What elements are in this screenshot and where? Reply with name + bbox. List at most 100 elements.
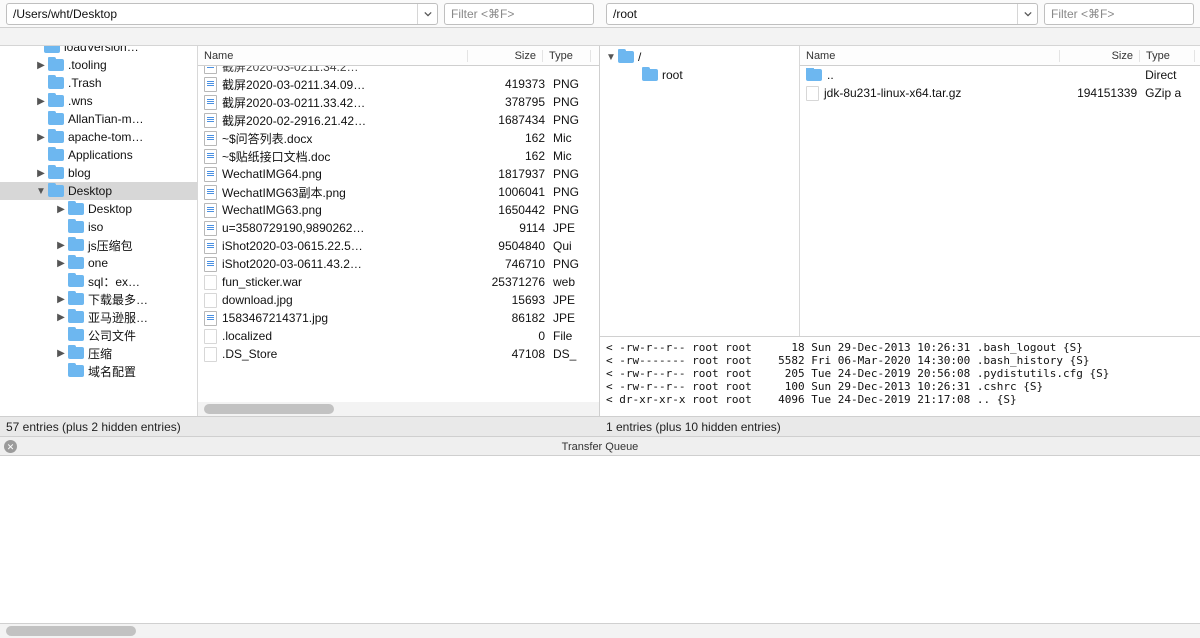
folder-icon xyxy=(48,113,64,125)
local-tree[interactable]: loadVersion… ▶ .tooling .Trash▶.wnsAllanTi… xyxy=(0,46,198,416)
file-icon xyxy=(204,311,217,326)
list-row[interactable]: 截屏2020-03-0211.34.2… xyxy=(198,66,599,75)
tree-row[interactable]: 公司文件 xyxy=(0,326,197,344)
file-type: PNG xyxy=(553,113,599,127)
remote-filter-input[interactable] xyxy=(1045,7,1194,21)
list-row[interactable]: 1583467214371.jpg86182JPE xyxy=(198,309,599,327)
tree-row[interactable]: ▶下载最多… xyxy=(0,290,197,308)
chevron-down-icon[interactable] xyxy=(1017,4,1037,24)
list-row[interactable]: 截屏2020-03-0211.34.09…419373PNG xyxy=(198,75,599,93)
tree-row[interactable]: ▶one xyxy=(0,254,197,272)
list-row[interactable]: WechatIMG63.png1650442PNG xyxy=(198,201,599,219)
tree-row[interactable]: ▼/ xyxy=(600,48,799,66)
remote-filter-combo[interactable] xyxy=(1044,3,1194,25)
file-icon xyxy=(204,149,217,164)
disclosure-icon[interactable]: ▶ xyxy=(56,312,66,323)
list-row[interactable]: ~$问答列表.docx162Mic xyxy=(198,129,599,147)
list-row[interactable]: ~$贴纸接口文档.doc162Mic xyxy=(198,147,599,165)
file-icon xyxy=(204,257,217,272)
col-size[interactable]: Size xyxy=(468,50,543,62)
disclosure-icon[interactable]: ▶ xyxy=(36,168,46,179)
tree-label: sql：ex… xyxy=(88,273,140,290)
file-icon xyxy=(204,275,217,290)
file-name: .localized xyxy=(222,329,481,343)
chevron-down-icon[interactable] xyxy=(417,4,437,24)
file-size: 1817937 xyxy=(481,167,553,181)
tree-row[interactable]: ▶blog xyxy=(0,164,197,182)
tree-row[interactable]: ▶Desktop xyxy=(0,200,197,218)
list-row[interactable]: 截屏2020-03-0211.33.42…378795PNG xyxy=(198,93,599,111)
local-path-combo[interactable] xyxy=(6,3,438,25)
tree-row[interactable]: 域名配置 xyxy=(0,362,197,380)
file-type: JPE xyxy=(553,221,599,235)
file-type: PNG xyxy=(553,185,599,199)
tree-row[interactable]: ▶.wns xyxy=(0,92,197,110)
tree-row[interactable]: ▶ .tooling xyxy=(0,56,197,74)
disclosure-icon[interactable]: ▶ xyxy=(56,240,66,251)
file-type: File xyxy=(553,329,599,343)
col-name[interactable]: Name xyxy=(800,50,1060,62)
list-row[interactable]: u=3580729190,9890262…9114JPE xyxy=(198,219,599,237)
list-row[interactable]: fun_sticker.war25371276web xyxy=(198,273,599,291)
local-path-input[interactable] xyxy=(7,7,417,21)
disclosure-icon[interactable]: ▼ xyxy=(606,52,616,63)
disclosure-icon[interactable]: ▶ xyxy=(56,258,66,269)
list-header[interactable]: Name Size Type xyxy=(198,46,599,66)
col-type[interactable]: Type xyxy=(1140,50,1195,62)
tree-row[interactable]: ▶亚马逊服… xyxy=(0,308,197,326)
disclosure-icon[interactable]: ▶ xyxy=(56,204,66,215)
disclosure-icon[interactable]: ▶ xyxy=(36,96,46,107)
col-size[interactable]: Size xyxy=(1060,50,1140,62)
transfer-queue-body[interactable] xyxy=(0,456,1200,624)
file-icon xyxy=(204,221,217,236)
list-row[interactable]: 截屏2020-02-2916.21.42…1687434PNG xyxy=(198,111,599,129)
list-row[interactable]: iShot2020-03-0611.43.2…746710PNG xyxy=(198,255,599,273)
local-filter-input[interactable] xyxy=(445,7,594,21)
remote-file-list[interactable]: ..Directjdk-8u231-linux-x64.tar.gz194151… xyxy=(800,66,1200,336)
tree-row[interactable]: root xyxy=(600,66,799,84)
file-icon xyxy=(204,203,217,218)
remote-path-combo[interactable] xyxy=(606,3,1038,25)
list-header[interactable]: Name Size Type xyxy=(800,46,1200,66)
list-row[interactable]: .localized0File xyxy=(198,327,599,345)
file-type: PNG xyxy=(553,203,599,217)
tree-row[interactable]: Applications xyxy=(0,146,197,164)
tree-row[interactable]: loadVersion… xyxy=(0,46,197,56)
close-icon[interactable]: ✕ xyxy=(4,440,17,453)
remote-tree[interactable]: ▼/root xyxy=(600,46,800,336)
file-type: PNG xyxy=(553,95,599,109)
local-filter-combo[interactable] xyxy=(444,3,594,25)
remote-log[interactable]: < -rw-r--r-- root root 18 Sun 29-Dec-201… xyxy=(600,336,1200,416)
list-row[interactable]: download.jpg15693JPE xyxy=(198,291,599,309)
list-row[interactable]: WechatIMG63副本.png1006041PNG xyxy=(198,183,599,201)
tree-row[interactable]: AllanTian-m… xyxy=(0,110,197,128)
list-row[interactable]: jdk-8u231-linux-x64.tar.gz194151339GZip … xyxy=(800,84,1200,102)
local-file-list[interactable]: 截屏2020-03-0211.34.2…截屏2020-03-0211.34.09… xyxy=(198,66,599,402)
tree-row[interactable]: sql：ex… xyxy=(0,272,197,290)
list-row[interactable]: iShot2020-03-0615.22.5…9504840Qui xyxy=(198,237,599,255)
col-name[interactable]: Name xyxy=(198,50,468,62)
file-size: 378795 xyxy=(481,95,553,109)
h-scrollbar[interactable] xyxy=(0,624,1200,638)
tree-row[interactable]: ▼Desktop xyxy=(0,182,197,200)
col-type[interactable]: Type xyxy=(543,50,591,62)
remote-path-input[interactable] xyxy=(607,7,1017,21)
file-icon xyxy=(204,347,217,362)
disclosure-icon[interactable]: ▶ xyxy=(56,294,66,305)
tree-row[interactable]: ▶js压缩包 xyxy=(0,236,197,254)
tree-row[interactable]: ▶apache-tom… xyxy=(0,128,197,146)
local-list: Name Size Type 截屏2020-03-0211.34.2…截屏202… xyxy=(198,46,599,416)
disclosure-icon[interactable]: ▶ xyxy=(56,348,66,359)
tree-row[interactable]: ▶压缩 xyxy=(0,344,197,362)
tree-label: .tooling xyxy=(68,58,107,72)
file-name: .. xyxy=(806,68,1065,82)
disclosure-icon[interactable]: ▼ xyxy=(36,186,46,197)
tree-row[interactable]: .Trash xyxy=(0,74,197,92)
list-row[interactable]: WechatIMG64.png1817937PNG xyxy=(198,165,599,183)
list-row[interactable]: ..Direct xyxy=(800,66,1200,84)
disclosure-icon[interactable]: ▶ xyxy=(36,132,46,143)
list-row[interactable]: .DS_Store47108DS_ xyxy=(198,345,599,363)
h-scrollbar[interactable] xyxy=(198,402,599,416)
disclosure-icon[interactable]: ▶ xyxy=(36,60,46,71)
tree-row[interactable]: iso xyxy=(0,218,197,236)
